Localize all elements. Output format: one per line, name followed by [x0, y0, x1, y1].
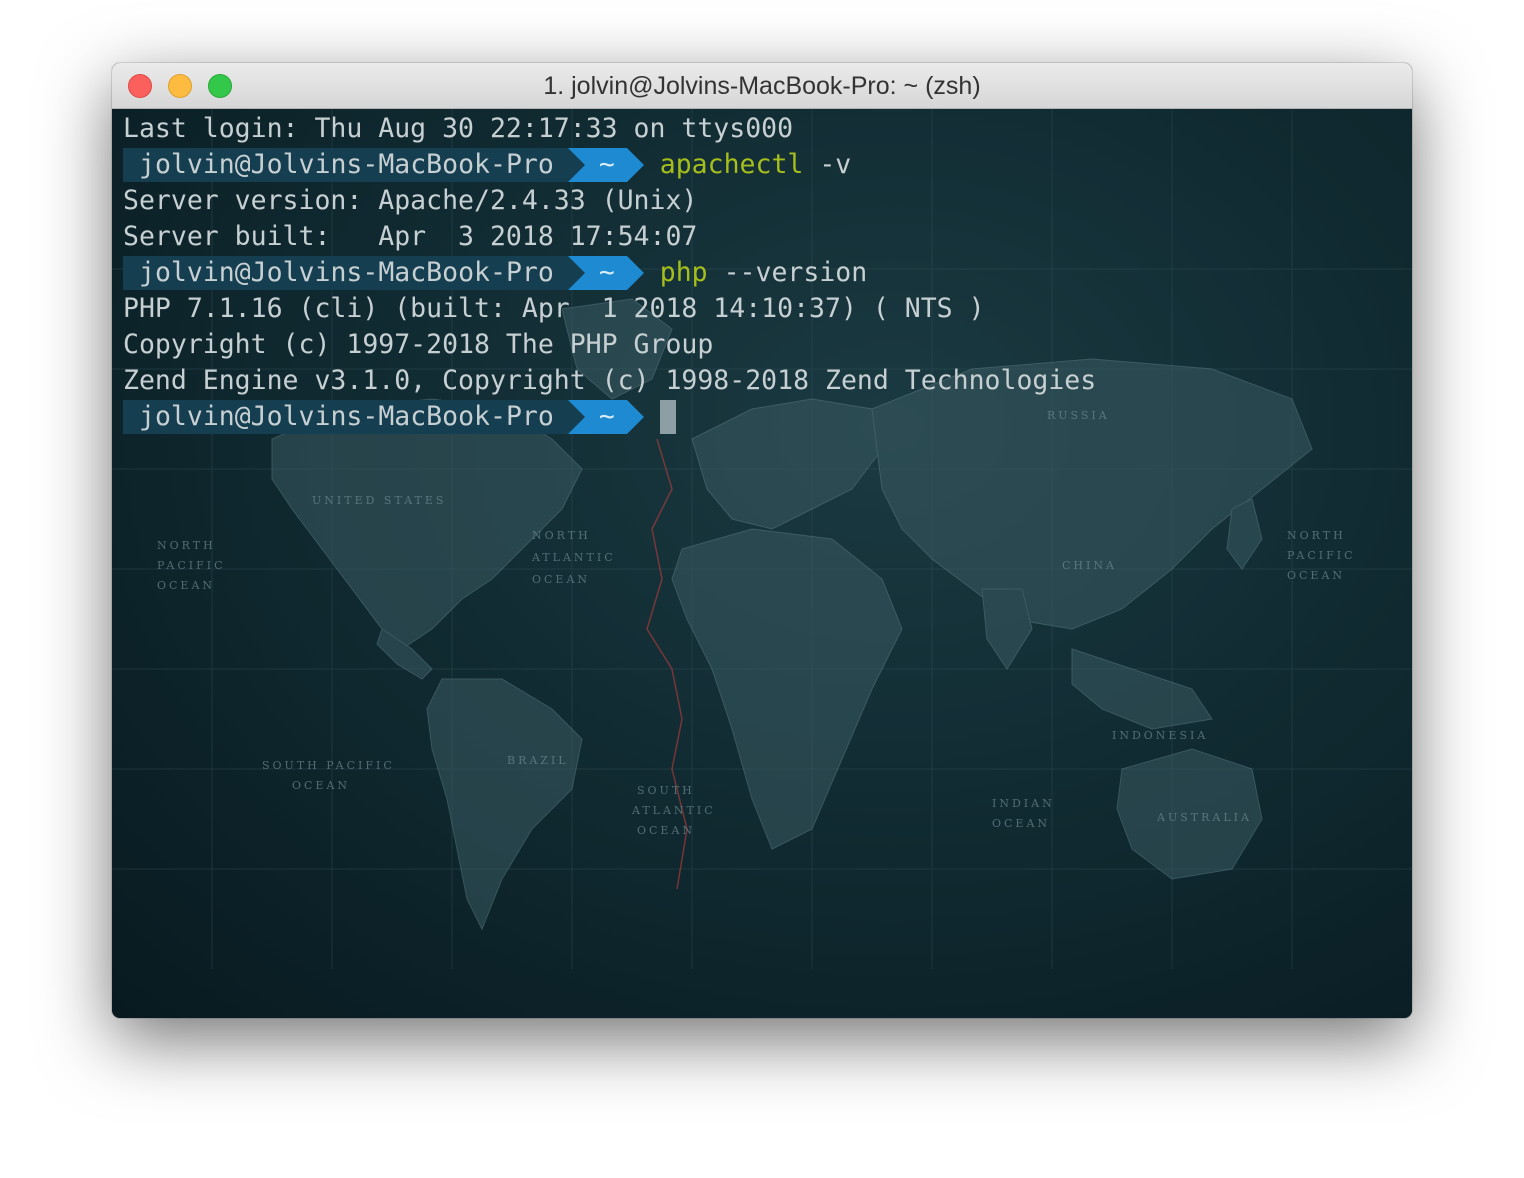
zend-engine-line: Zend Engine v3.1.0, Copyright (c) 1998-2…	[123, 365, 1097, 396]
svg-text:PACIFIC: PACIFIC	[157, 559, 226, 572]
svg-text:OCEAN: OCEAN	[532, 573, 590, 586]
svg-text:SOUTH PACIFIC: SOUTH PACIFIC	[262, 759, 395, 772]
prompt-user-segment: jolvin@Jolvins-MacBook-Pro	[123, 400, 568, 434]
terminal-output: Last login: Thu Aug 30 22:17:33 on ttys0…	[112, 111, 1412, 435]
command-args: -v	[803, 149, 852, 180]
svg-text:CHINA: CHINA	[1062, 559, 1117, 572]
window-title: 1. jolvin@Jolvins-MacBook-Pro: ~ (zsh)	[543, 72, 981, 100]
prompt-user-segment: jolvin@Jolvins-MacBook-Pro	[123, 148, 568, 182]
svg-text:INDIAN: INDIAN	[992, 797, 1055, 810]
prompt: jolvin@Jolvins-MacBook-Pro ~	[123, 256, 644, 290]
command-line-3[interactable]: jolvin@Jolvins-MacBook-Pro ~	[112, 399, 1412, 435]
php-copyright-line: Copyright (c) 1997-2018 The PHP Group	[123, 329, 714, 360]
prompt: jolvin@Jolvins-MacBook-Pro ~	[123, 400, 644, 434]
prompt-separator-icon	[567, 148, 585, 182]
command-name: apachectl	[659, 149, 804, 180]
last-login-line: Last login: Thu Aug 30 22:17:33 on ttys0…	[123, 113, 794, 144]
svg-text:SOUTH: SOUTH	[637, 784, 695, 797]
svg-text:OCEAN: OCEAN	[637, 824, 695, 837]
text-cursor[interactable]	[659, 400, 676, 434]
prompt-end-arrow-icon	[626, 256, 644, 290]
svg-text:UNITED STATES: UNITED STATES	[312, 494, 446, 507]
prompt-directory-segment: ~	[584, 400, 627, 434]
svg-text:BRAZIL: BRAZIL	[507, 754, 569, 767]
prompt-directory-segment: ~	[584, 148, 627, 182]
terminal-content[interactable]: UNITED STATES CHINA RUSSIA BRAZIL AUSTRA…	[112, 109, 1412, 1018]
prompt-end-arrow-icon	[626, 148, 644, 182]
command-line-2: jolvin@Jolvins-MacBook-Pro ~ php --versio…	[112, 255, 1412, 291]
php-version-line: PHP 7.1.16 (cli) (built: Apr 1 2018 14:1…	[123, 293, 985, 324]
svg-text:OCEAN: OCEAN	[992, 817, 1050, 830]
svg-text:OCEAN: OCEAN	[292, 779, 350, 792]
svg-text:OCEAN: OCEAN	[1287, 569, 1345, 582]
prompt-user-segment: jolvin@Jolvins-MacBook-Pro	[123, 256, 568, 290]
command-line-1: jolvin@Jolvins-MacBook-Pro ~ apachectl -v	[112, 147, 1412, 183]
command-name: php	[659, 257, 708, 288]
svg-text:ATLANTIC: ATLANTIC	[531, 551, 616, 564]
svg-text:NORTH: NORTH	[157, 539, 216, 552]
command-args: --version	[707, 257, 868, 288]
apache-version-line: Server version: Apache/2.4.33 (Unix)	[123, 185, 698, 216]
svg-text:OCEAN: OCEAN	[157, 579, 215, 592]
terminal-window: 1. jolvin@Jolvins-MacBook-Pro: ~ (zsh) U…	[112, 63, 1412, 1018]
title-bar[interactable]: 1. jolvin@Jolvins-MacBook-Pro: ~ (zsh)	[112, 63, 1412, 109]
prompt-separator-icon	[567, 400, 585, 434]
prompt-directory-segment: ~	[584, 256, 627, 290]
prompt: jolvin@Jolvins-MacBook-Pro ~	[123, 148, 644, 182]
svg-text:AUSTRALIA: AUSTRALIA	[1156, 811, 1252, 824]
svg-text:NORTH: NORTH	[1287, 529, 1346, 542]
svg-text:PACIFIC: PACIFIC	[1287, 549, 1356, 562]
prompt-end-arrow-icon	[626, 400, 644, 434]
svg-text:INDONESIA: INDONESIA	[1112, 729, 1208, 742]
svg-text:ATLANTIC: ATLANTIC	[631, 804, 716, 817]
apache-built-line: Server built: Apr 3 2018 17:54:07	[123, 221, 698, 252]
svg-text:NORTH: NORTH	[532, 529, 591, 542]
prompt-separator-icon	[567, 256, 585, 290]
